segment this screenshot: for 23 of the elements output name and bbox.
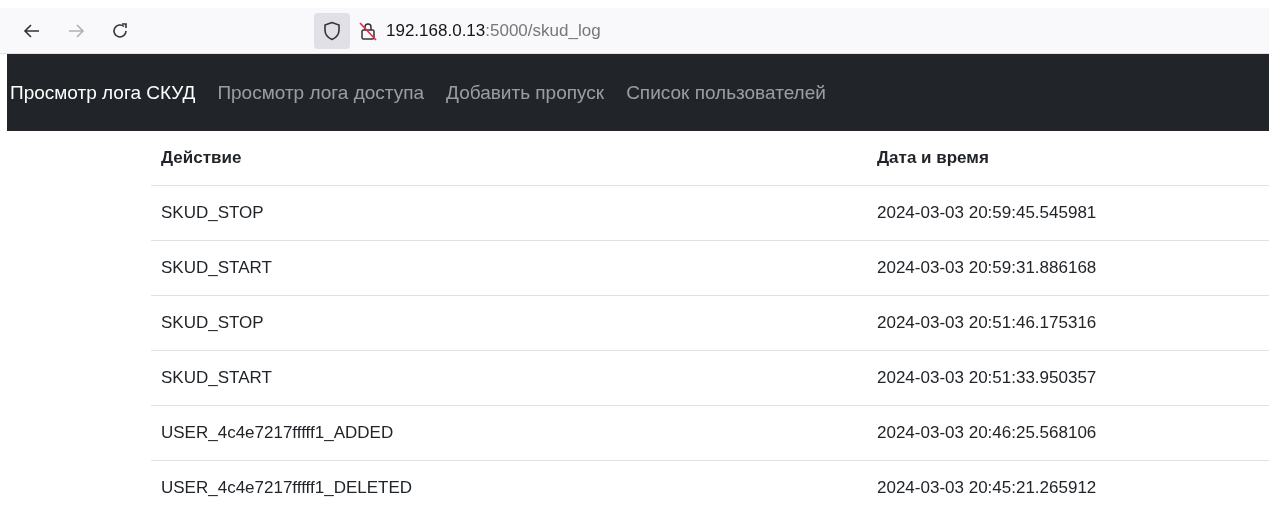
column-header: Действие bbox=[151, 131, 867, 186]
reload-icon[interactable] bbox=[111, 21, 129, 40]
nav-link[interactable]: Добавить пропуск bbox=[435, 81, 616, 104]
table-cell: SKUD_START bbox=[151, 350, 867, 406]
table-cell: 2024-03-03 20:59:45.545981 bbox=[867, 185, 1269, 241]
table-cell: SKUD_STOP bbox=[151, 295, 867, 351]
table-cell: SKUD_START bbox=[151, 240, 867, 296]
table-cell: 2024-03-03 20:59:31.886168 bbox=[867, 240, 1269, 296]
table-cell: 2024-03-03 20:46:25.568106 bbox=[867, 405, 1269, 461]
nav-link[interactable]: Просмотр лога доступа bbox=[206, 81, 436, 104]
table-cell: 2024-03-03 20:45:21.265912 bbox=[867, 460, 1269, 510]
nav-link[interactable]: Список пользователей bbox=[615, 81, 837, 104]
table-cell: USER_4c4e7217fffff1_ADDED bbox=[151, 405, 867, 461]
nav-link[interactable]: Просмотр лога СКУД bbox=[10, 81, 207, 104]
shield-icon[interactable] bbox=[314, 12, 350, 49]
table-cell: SKUD_STOP bbox=[151, 185, 867, 241]
table-cell: 2024-03-03 20:51:46.175316 bbox=[867, 295, 1269, 351]
address-field[interactable]: 192.168.0.13:5000/skud_log bbox=[386, 20, 601, 41]
back-arrow-icon[interactable] bbox=[23, 21, 41, 40]
table-cell: USER_4c4e7217fffff1_DELETED bbox=[151, 460, 867, 510]
insecure-lock-icon[interactable] bbox=[358, 20, 378, 41]
column-header: Дата и время bbox=[867, 131, 1269, 186]
table-cell: 2024-03-03 20:51:33.950357 bbox=[867, 350, 1269, 406]
